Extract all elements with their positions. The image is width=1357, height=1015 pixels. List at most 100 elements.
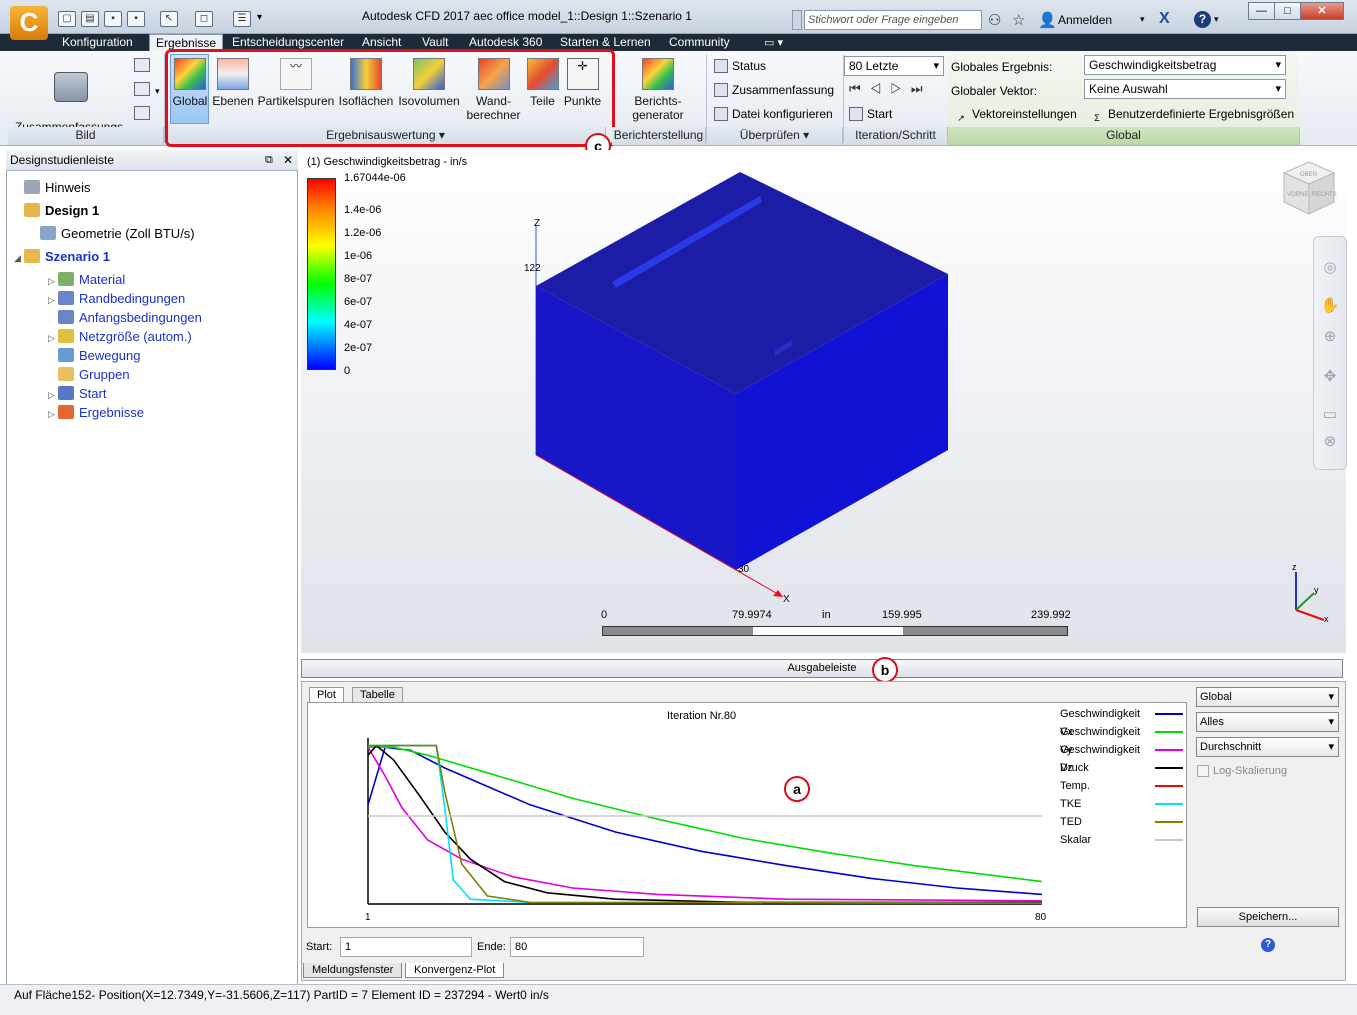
clipboard-icon[interactable]: ☰	[233, 11, 251, 27]
legend-tick: 1.4e-06	[344, 204, 382, 216]
favorites-star-icon[interactable]: ☆	[1012, 11, 1025, 29]
legend-entry: Skalar	[1060, 834, 1092, 846]
exchange-apps-icon[interactable]: X	[1159, 10, 1170, 28]
tree-item[interactable]: Design 1	[14, 201, 99, 220]
pan-hand-icon[interactable]: ✋	[1320, 296, 1340, 316]
ruler-segment	[603, 627, 753, 635]
save-icon[interactable]: ▪	[104, 11, 122, 27]
global-result-combo[interactable]: Geschwindigkeitsbetrag	[1084, 55, 1286, 75]
tab-convergence-plot[interactable]: Konvergenz-Plot	[405, 963, 505, 978]
status-button[interactable]: Status	[714, 56, 766, 76]
help-search-input[interactable]: Stichwort oder Frage eingeben	[804, 10, 982, 30]
image-small-icon-2[interactable]	[134, 82, 150, 96]
expand-icon[interactable]: ▷	[48, 405, 58, 424]
start-steps-icon	[849, 107, 863, 121]
shape-icon[interactable]: ◻	[195, 11, 213, 27]
custom-results-button[interactable]: Σ Benutzerdefinierte Ergebnisgrößen	[1090, 104, 1294, 124]
maximize-button[interactable]: □	[1274, 2, 1301, 20]
tree-item[interactable]: Anfangsbedingungen	[48, 308, 202, 327]
vector-arrow-icon: ↗	[957, 113, 965, 123]
tab-tabelle[interactable]: Tabelle	[352, 687, 403, 703]
legend-entry: Geschwindigkeit Vx	[1060, 708, 1141, 738]
plot-help-icon[interactable]: ?	[1261, 938, 1275, 952]
tree-item[interactable]: Gruppen	[48, 365, 130, 384]
ruler-label: 0	[601, 609, 608, 621]
tree-item[interactable]: Hinweis	[14, 178, 91, 197]
signin-link[interactable]: Anmelden	[1058, 13, 1112, 27]
model-view[interactable]: Z 122 30 X	[500, 150, 980, 610]
tree-item[interactable]: ◢ Szenario 1	[14, 247, 110, 266]
tree-item[interactable]: ▷ Start	[48, 384, 106, 403]
save-plot-button[interactable]: Speichern...	[1197, 907, 1339, 927]
help-dropdown-icon[interactable]: ▾	[1214, 14, 1219, 25]
help-icon[interactable]: ?	[1194, 11, 1211, 28]
zoom-icon[interactable]: ⊕	[1320, 327, 1340, 347]
summary-button[interactable]: Zusammenfassung	[714, 80, 834, 100]
tree-item[interactable]: ▷ Material	[48, 270, 125, 289]
binoculars-icon[interactable]: ⚇	[988, 11, 1001, 29]
legend-swatch	[1155, 785, 1183, 787]
viewcube[interactable]: OBEN VORNE RECHTS	[1280, 158, 1338, 220]
tab-community[interactable]: Community	[663, 34, 736, 51]
open-folder-icon[interactable]: ▤	[81, 11, 99, 27]
next-step-icon[interactable]: ▷	[890, 81, 911, 96]
image-dropdown-icon[interactable]: ▾	[155, 86, 160, 97]
last-step-icon[interactable]: ⏭	[911, 81, 932, 96]
statistic-dropdown[interactable]: Durchschnitt	[1196, 737, 1339, 757]
select-icon[interactable]: ↖	[160, 11, 178, 27]
collapse-icon[interactable]: ◢	[14, 249, 24, 268]
look-at-icon[interactable]: ▭	[1320, 405, 1340, 425]
legend-entry: Druck	[1060, 762, 1089, 774]
vector-settings-label: Vektoreinstellungen	[972, 107, 1077, 121]
tree-item[interactable]: ▷ Ergebnisse	[48, 403, 144, 422]
start-input[interactable]: 1	[340, 937, 472, 957]
tab-message-window[interactable]: Meldungsfenster	[303, 963, 403, 978]
scale-ruler	[602, 626, 1068, 636]
center-icon[interactable]: ⊗	[1320, 432, 1340, 452]
minimize-button[interactable]: —	[1248, 2, 1275, 20]
user-icon[interactable]: 👤	[1038, 11, 1057, 29]
image-small-icon-1[interactable]	[134, 58, 150, 72]
close-panel-icon[interactable]: ✕	[283, 153, 293, 167]
configure-file-button[interactable]: Datei konfigurieren	[714, 104, 833, 124]
global-vector-combo[interactable]: Keine Auswahl	[1084, 79, 1286, 99]
signin-dropdown-icon[interactable]: ▾	[1140, 14, 1145, 25]
log-scale-checkbox[interactable]	[1197, 765, 1209, 777]
image-small-icon-3[interactable]	[134, 106, 150, 120]
close-button[interactable]: ✕	[1300, 2, 1344, 20]
vector-settings-button[interactable]: ↗ Vektoreinstellungen	[954, 104, 1077, 124]
iteration-combo[interactable]: 80 Letzte	[844, 56, 944, 76]
first-step-icon[interactable]: ⏮	[849, 81, 870, 96]
triad-z-label: z	[1292, 562, 1297, 572]
axis-value-122: 122	[524, 263, 541, 274]
save-all-icon[interactable]: ▪	[127, 11, 145, 27]
tree-item[interactable]: Bewegung	[48, 346, 140, 365]
tree-item[interactable]: Geometrie (Zoll BTU/s)	[30, 224, 195, 243]
qat-dropdown-icon[interactable]: ▾	[257, 12, 262, 23]
ribbon-options-icon[interactable]: ▭ ▾	[764, 36, 783, 49]
tree-node-icon	[40, 226, 56, 240]
summary-image-button[interactable]: Zusammenfassungs- bild	[12, 54, 130, 148]
iteration-start-button[interactable]: Start	[849, 104, 892, 124]
float-panel-icon[interactable]: ⧉	[265, 154, 273, 167]
app-logo-icon[interactable]: C	[10, 6, 48, 40]
tree-item[interactable]: ▷ Randbedingungen	[48, 289, 185, 308]
group-ueberpruefen-expand-icon[interactable]: ▾	[803, 128, 809, 142]
steering-wheel-icon[interactable]: ◎	[1320, 258, 1340, 278]
output-bar-header[interactable]: Ausgabeleiste	[301, 659, 1343, 678]
orbit-icon[interactable]: ✥	[1320, 367, 1340, 387]
prev-step-icon[interactable]: ◁	[870, 81, 891, 96]
tree-item[interactable]: ▷ Netzgröße (autom.)	[48, 327, 192, 346]
tab-konfiguration[interactable]: Konfiguration	[56, 34, 139, 51]
tree-node-icon	[24, 203, 40, 217]
viewcube-front-label: VORNE	[1287, 192, 1308, 198]
end-input[interactable]: 80	[510, 937, 644, 957]
status-bar: Auf Fläche152- Position(X=12.7349,Y=-31.…	[0, 984, 1357, 1015]
report-generator-button[interactable]: Berichts- generator	[616, 54, 700, 124]
legend-tick: 1.67044e-06	[344, 172, 406, 184]
legend-entry: TKE	[1060, 798, 1082, 810]
scope-dropdown[interactable]: Global	[1196, 687, 1339, 707]
series-line	[367, 746, 1043, 902]
filter-dropdown[interactable]: Alles	[1196, 712, 1339, 732]
new-file-icon[interactable]: ▢	[58, 11, 76, 27]
